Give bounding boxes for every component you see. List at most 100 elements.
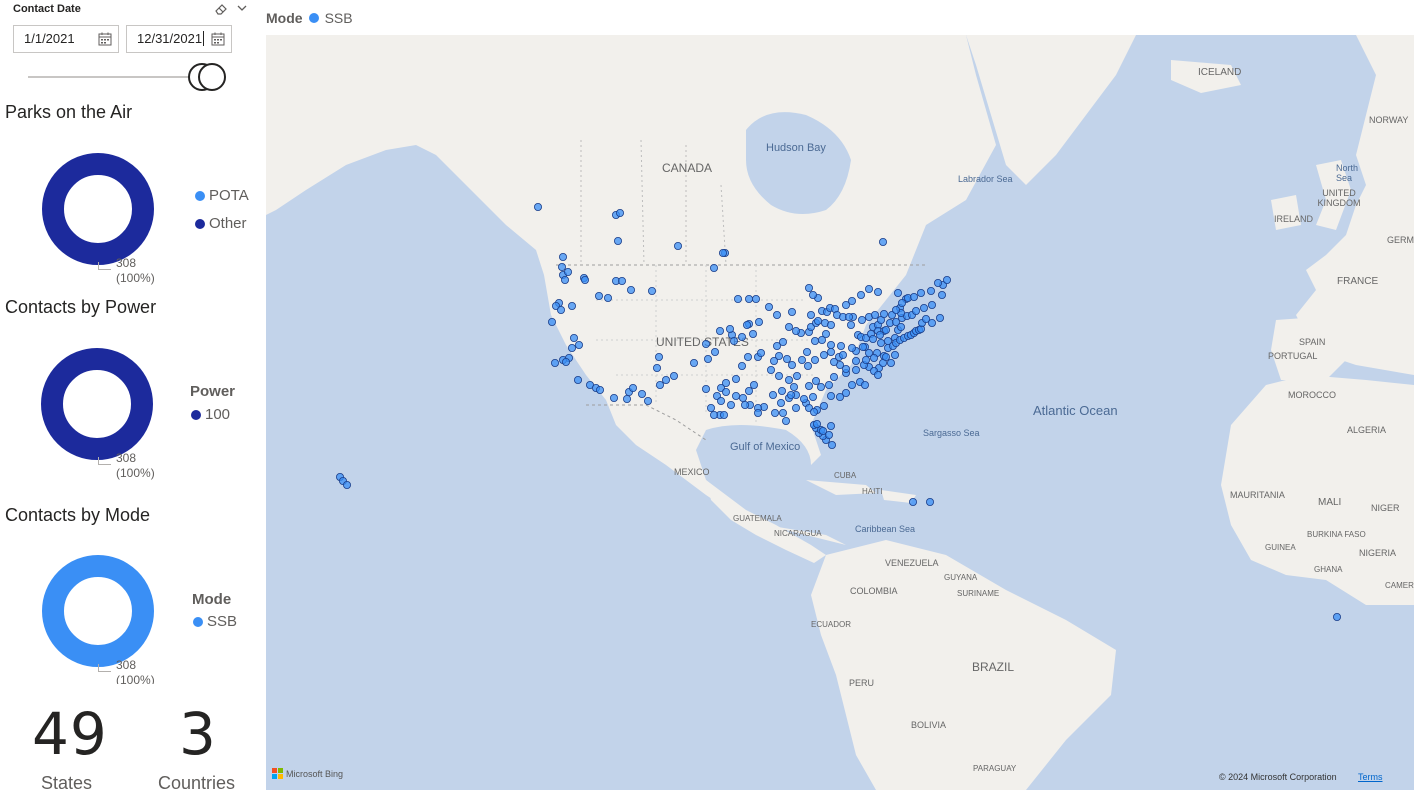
contact-point[interactable]: [560, 275, 569, 284]
contact-point[interactable]: [719, 410, 728, 419]
contact-point[interactable]: [753, 408, 762, 417]
legend-item-100[interactable]: 100: [191, 406, 230, 423]
contact-point[interactable]: [772, 310, 781, 319]
contact-point[interactable]: [842, 300, 851, 309]
map-terms-link[interactable]: Terms: [1358, 772, 1383, 782]
donut-slice-ssb[interactable]: [42, 555, 154, 667]
contact-point[interactable]: [709, 410, 718, 419]
contact-point[interactable]: [803, 347, 812, 356]
contact-point[interactable]: [718, 248, 727, 257]
contact-point[interactable]: [740, 400, 749, 409]
contact-point[interactable]: [874, 370, 883, 379]
contact-point[interactable]: [726, 400, 735, 409]
contact-point[interactable]: [807, 310, 816, 319]
contact-point[interactable]: [769, 356, 778, 365]
contact-point[interactable]: [798, 355, 807, 364]
contact-point[interactable]: [820, 401, 829, 410]
contact-point[interactable]: [617, 276, 626, 285]
calendar-icon[interactable]: [98, 32, 112, 46]
date-slider-track[interactable]: [28, 76, 208, 78]
contact-point[interactable]: [557, 262, 566, 271]
contact-point[interactable]: [892, 305, 901, 314]
contact-point[interactable]: [567, 343, 576, 352]
contact-point[interactable]: [874, 287, 883, 296]
contact-point[interactable]: [721, 378, 730, 387]
contact-point[interactable]: [738, 393, 747, 402]
contact-point[interactable]: [894, 288, 903, 297]
contact-point[interactable]: [847, 320, 856, 329]
contact-point[interactable]: [756, 348, 765, 357]
contact-point[interactable]: [647, 286, 656, 295]
contact-point[interactable]: [871, 310, 880, 319]
contact-point[interactable]: [561, 357, 570, 366]
contact-point[interactable]: [934, 278, 943, 287]
contact-point[interactable]: [751, 294, 760, 303]
donut-slice-other[interactable]: [42, 153, 154, 265]
contact-point[interactable]: [764, 302, 773, 311]
contact-point[interactable]: [790, 382, 799, 391]
contact-point[interactable]: [862, 355, 871, 364]
contact-point[interactable]: [615, 208, 624, 217]
contact-point[interactable]: [788, 360, 797, 369]
contact-point[interactable]: [936, 313, 945, 322]
contact-point[interactable]: [809, 290, 818, 299]
eraser-icon[interactable]: [214, 2, 228, 16]
contact-point[interactable]: [852, 365, 861, 374]
contact-point[interactable]: [787, 390, 796, 399]
contact-point[interactable]: [812, 376, 821, 385]
slider-end-handle[interactable]: [198, 63, 226, 91]
contact-point[interactable]: [827, 421, 836, 430]
contact-point[interactable]: [828, 440, 837, 449]
legend-item-pota[interactable]: POTA: [195, 187, 249, 204]
contact-point[interactable]: [811, 336, 820, 345]
contact-point[interactable]: [839, 350, 848, 359]
contact-point[interactable]: [742, 320, 751, 329]
parks-donut[interactable]: [42, 153, 154, 265]
contact-point[interactable]: [927, 286, 936, 295]
contact-point[interactable]: [626, 285, 635, 294]
contact-point[interactable]: [917, 288, 926, 297]
contact-point[interactable]: [845, 312, 854, 321]
contact-point[interactable]: [628, 383, 637, 392]
contact-point[interactable]: [869, 334, 878, 343]
contact-point[interactable]: [643, 396, 652, 405]
contact-point[interactable]: [701, 339, 710, 348]
contact-point[interactable]: [776, 398, 785, 407]
contact-point[interactable]: [827, 340, 836, 349]
contact-point[interactable]: [622, 394, 631, 403]
map-canvas[interactable]: CANADA UNITED STATES Hudson Bay Labrador…: [266, 35, 1414, 790]
contact-point[interactable]: [731, 374, 740, 383]
contact-point[interactable]: [811, 355, 820, 364]
contact-point[interactable]: [858, 315, 867, 324]
contact-point[interactable]: [842, 388, 851, 397]
contact-point[interactable]: [788, 307, 797, 316]
contact-point[interactable]: [928, 318, 937, 327]
contact-point[interactable]: [792, 403, 801, 412]
legend-item-ssb[interactable]: SSB: [193, 613, 237, 630]
contact-point[interactable]: [792, 326, 801, 335]
contact-point[interactable]: [928, 300, 937, 309]
end-date-input[interactable]: 12/31/2021: [126, 25, 232, 53]
contact-point[interactable]: [748, 329, 757, 338]
contact-point[interactable]: [830, 372, 839, 381]
contact-point[interactable]: [880, 309, 889, 318]
contact-point[interactable]: [830, 357, 839, 366]
contact-point[interactable]: [877, 338, 886, 347]
contact-point[interactable]: [865, 284, 874, 293]
contact-point[interactable]: [943, 275, 952, 284]
contact-point[interactable]: [827, 320, 836, 329]
contact-point[interactable]: [814, 316, 823, 325]
contact-point[interactable]: [848, 343, 857, 352]
contact-point[interactable]: [743, 352, 752, 361]
contact-point[interactable]: [729, 336, 738, 345]
contact-point[interactable]: [926, 497, 935, 506]
contact-point[interactable]: [920, 303, 929, 312]
contact-point[interactable]: [556, 305, 565, 314]
contact-point[interactable]: [909, 497, 918, 506]
contact-point[interactable]: [898, 298, 907, 307]
contact-point[interactable]: [709, 263, 718, 272]
contact-point[interactable]: [817, 382, 826, 391]
contact-point[interactable]: [820, 350, 829, 359]
contact-point[interactable]: [779, 408, 788, 417]
contact-point[interactable]: [749, 380, 758, 389]
